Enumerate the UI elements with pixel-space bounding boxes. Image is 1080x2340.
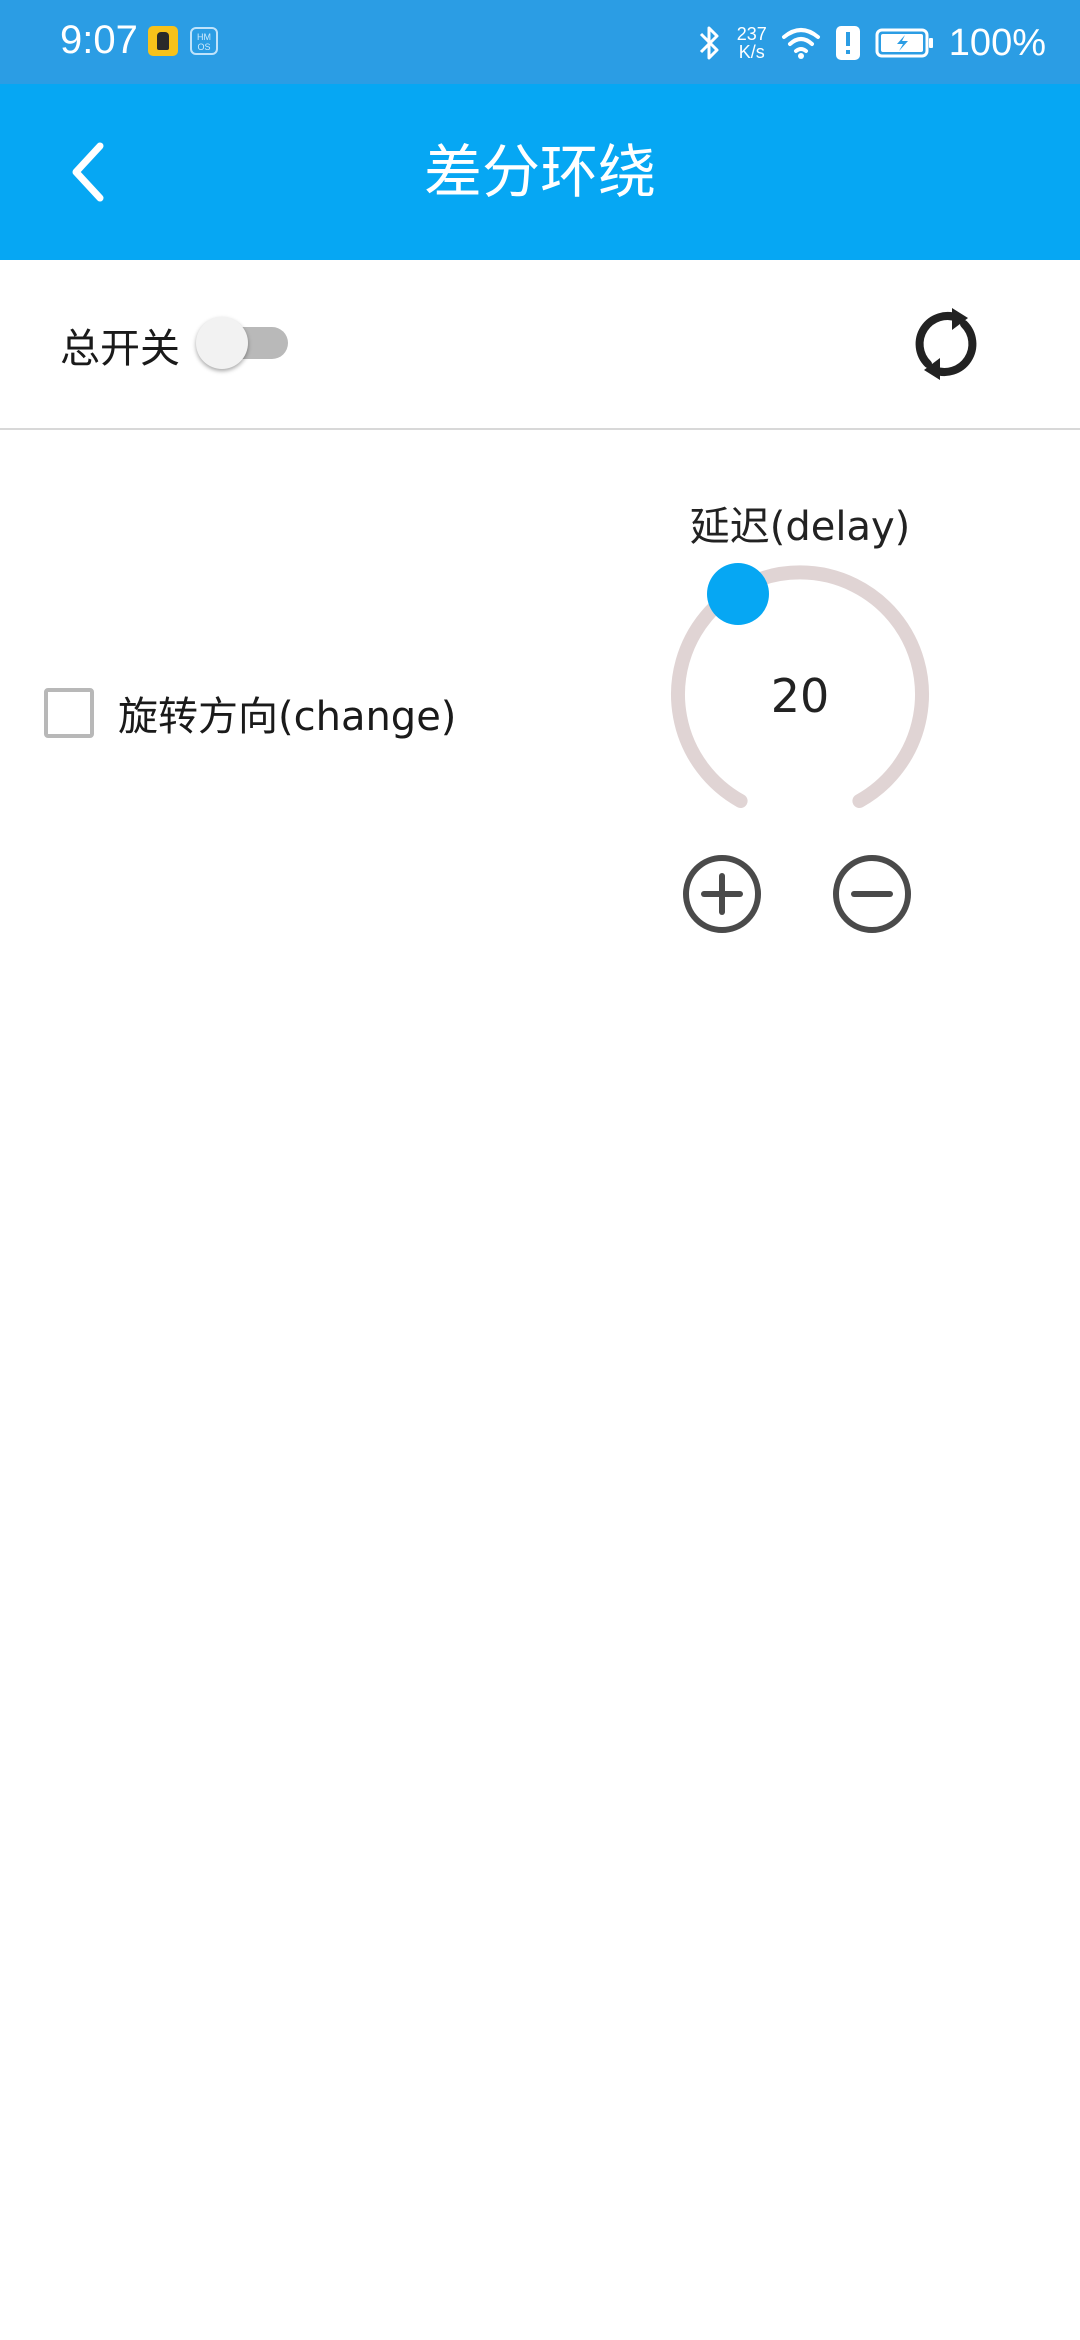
master-switch-toggle[interactable] bbox=[196, 315, 292, 371]
wifi-icon bbox=[781, 28, 820, 59]
network-speed-unit: K/s bbox=[738, 42, 765, 62]
delay-decrease-button[interactable] bbox=[830, 852, 914, 936]
switch-thumb bbox=[196, 317, 248, 369]
delay-increase-button[interactable] bbox=[680, 852, 764, 936]
battery-percent: 100% bbox=[948, 21, 1046, 64]
rotate-direction-checkbox[interactable] bbox=[44, 688, 94, 738]
bluetooth-icon bbox=[699, 26, 719, 60]
hmos-badge: HM OS bbox=[190, 27, 218, 55]
master-switch-row: 总开关 bbox=[0, 260, 1080, 430]
alert-icon bbox=[835, 26, 860, 60]
battery-charging-icon bbox=[875, 28, 933, 58]
page-title: 差分环绕 bbox=[423, 138, 656, 206]
rotate-direction-label: 旋转方向(change) bbox=[118, 694, 457, 740]
network-speed-value: 237 bbox=[736, 24, 767, 44]
app-notification-icon bbox=[148, 26, 178, 56]
delay-value: 20 bbox=[770, 669, 830, 723]
master-switch-label: 总开关 bbox=[60, 326, 180, 372]
status-bar: 9:07 HM OS 237 K/s 100% bbox=[0, 0, 1080, 84]
app-bar: 差分环绕 bbox=[0, 84, 1080, 260]
minus-circle-icon bbox=[833, 855, 911, 933]
status-icons: 237 K/s 100% bbox=[697, 18, 1046, 68]
status-time: 9:07 bbox=[60, 18, 138, 62]
delay-label: 延迟(delay) bbox=[689, 504, 911, 550]
chevron-left-icon bbox=[72, 142, 104, 202]
refresh-icon bbox=[915, 308, 977, 380]
plus-circle-icon bbox=[683, 855, 761, 933]
rotate-direction-row[interactable]: 旋转方向(change) bbox=[44, 680, 456, 746]
network-speed: 237 K/s bbox=[737, 25, 767, 61]
back-button[interactable] bbox=[52, 136, 124, 208]
refresh-button[interactable] bbox=[902, 300, 990, 388]
